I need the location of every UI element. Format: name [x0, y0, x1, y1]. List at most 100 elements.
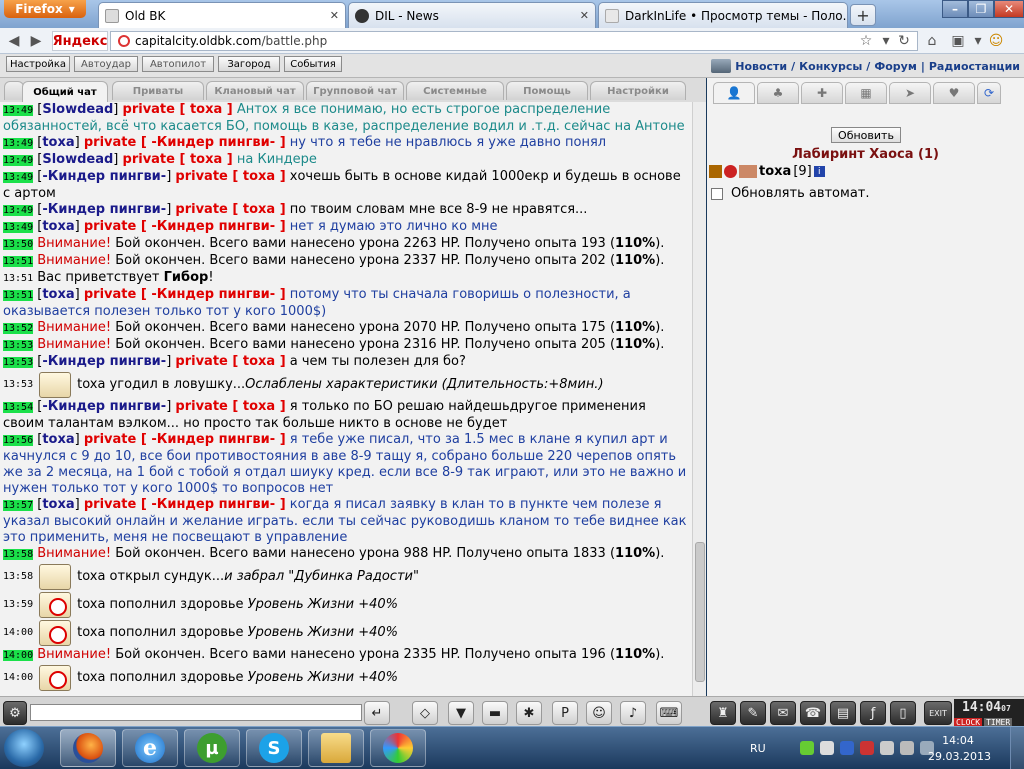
cross-tab-icon[interactable]: ✚ — [801, 82, 843, 104]
home-icon[interactable]: ⌂ — [922, 31, 942, 51]
tab-system[interactable]: Системные — [406, 81, 504, 100]
chat-scrollbar[interactable] — [692, 102, 706, 696]
translit-icon[interactable]: ⌨ — [656, 701, 682, 725]
group-tab-icon[interactable]: ♣ — [757, 82, 799, 104]
private-target[interactable]: -Киндер пингви- — [151, 497, 275, 512]
private-target[interactable]: toxa — [243, 399, 275, 414]
private-target[interactable]: -Киндер пингви- — [151, 135, 275, 150]
private-target[interactable]: toxa — [243, 354, 275, 369]
taskbar-skype[interactable]: S — [246, 729, 302, 767]
player-entry[interactable]: toxa [9] i — [709, 164, 825, 179]
private-target[interactable]: -Киндер пингви- — [151, 287, 275, 302]
taskbar-utorrent[interactable]: µ — [184, 729, 240, 767]
taskbar-firefox[interactable] — [60, 729, 116, 767]
forum-icon[interactable]: ƒ — [860, 701, 886, 725]
private-target[interactable]: -Киндер пингви- — [151, 432, 275, 447]
private-target[interactable]: toxa — [243, 202, 275, 217]
autopilot-button[interactable]: Автопилот — [142, 56, 214, 72]
back-button[interactable]: ◀ — [4, 31, 24, 51]
runner-icon[interactable]: ✱ — [516, 701, 542, 725]
users-tab-icon[interactable]: 👤 — [713, 82, 755, 104]
inventory-icon[interactable]: ♜ — [710, 701, 736, 725]
private-icon[interactable]: P — [552, 701, 578, 725]
sound-icon[interactable]: ♪ — [620, 701, 646, 725]
nick[interactable]: -Киндер пингви- — [42, 399, 166, 414]
firefox-menu-button[interactable]: Firefox ▾ — [4, 0, 86, 18]
tab-help[interactable]: Помощь — [506, 81, 588, 100]
tab-privates[interactable]: Приваты — [112, 81, 204, 100]
private-target[interactable]: toxa — [190, 152, 222, 167]
browser-tab-darkinlife[interactable]: DarkInLife • Просмотр темы - Поло... ✕ — [598, 2, 848, 28]
info-icon[interactable]: i — [813, 166, 825, 177]
filter-icon[interactable]: ▼ — [448, 701, 474, 725]
phone-icon[interactable]: ☎ — [800, 701, 826, 725]
heart-tab-icon[interactable]: ♥ — [933, 82, 975, 104]
tab-group-chat[interactable]: Групповой чат — [306, 81, 404, 100]
chat-input[interactable] — [30, 704, 362, 721]
forward-button[interactable]: ▶ — [26, 31, 46, 51]
new-tab-button[interactable]: + — [850, 4, 876, 26]
bookmarks-icon[interactable]: ▣ — [948, 31, 968, 51]
nick[interactable]: toxa — [42, 287, 74, 302]
taskbar-explorer[interactable] — [308, 729, 364, 767]
addon-smiley-icon[interactable]: ☺ — [986, 31, 1006, 51]
mail-icon[interactable]: ✉ — [770, 701, 796, 725]
nick[interactable]: toxa — [42, 432, 74, 447]
system-clock[interactable]: 14:04 29.03.2013 — [928, 733, 991, 765]
news-link[interactable]: Новости — [735, 60, 787, 73]
eraser-icon[interactable]: ◇ — [412, 701, 438, 725]
autohit-button[interactable]: Автоудар — [74, 56, 138, 72]
nick[interactable]: toxa — [42, 219, 74, 234]
tab-general-chat[interactable]: Общий чат — [22, 81, 108, 102]
nick[interactable]: Slowdead — [42, 102, 113, 117]
bank-icon[interactable]: ▤ — [830, 701, 856, 725]
private-target[interactable]: toxa — [243, 169, 275, 184]
nick[interactable]: -Киндер пингви- — [42, 354, 166, 369]
chat-menu-icon[interactable]: ⚙ — [3, 701, 27, 725]
radio-link[interactable]: Радиостанции — [929, 60, 1020, 73]
taskbar-ie[interactable]: e — [122, 729, 178, 767]
nick[interactable]: Slowdead — [42, 152, 113, 167]
reload-icon[interactable]: ↻ — [894, 31, 914, 51]
settings-button[interactable]: Настройка — [6, 56, 70, 72]
show-desktop-button[interactable] — [1010, 727, 1024, 769]
browser-tab-dil[interactable]: DIL - News ✕ — [348, 2, 596, 28]
exit-icon[interactable]: EXIT — [924, 701, 952, 725]
private-target[interactable]: toxa — [190, 102, 222, 117]
url-bar[interactable]: capitalcity.oldbk.com/battle.php — [110, 31, 918, 51]
close-tab-icon[interactable]: ✕ — [580, 9, 589, 22]
nick[interactable]: -Киндер пингви- — [42, 169, 166, 184]
player-name[interactable]: toxa — [759, 164, 791, 179]
dropdown-icon[interactable]: ▾ — [876, 31, 896, 51]
door-icon[interactable]: ▯ — [890, 701, 916, 725]
minimize-button[interactable]: – — [942, 0, 968, 18]
forum-link[interactable]: Форум — [874, 60, 917, 73]
nick[interactable]: toxa — [42, 497, 74, 512]
taskbar-paint[interactable] — [370, 729, 426, 767]
refresh-button[interactable]: Обновить — [831, 127, 901, 143]
maximize-button[interactable]: ❐ — [968, 0, 994, 18]
tab-clan-chat[interactable]: Клановый чат — [206, 81, 304, 100]
close-window-button[interactable]: ✕ — [994, 0, 1024, 18]
scrollbar-thumb[interactable] — [695, 542, 705, 682]
chat-toggle-icon[interactable] — [4, 81, 24, 100]
yandex-search-button[interactable]: Яндекс — [52, 31, 108, 51]
refresh-tab-icon[interactable]: ⟳ — [977, 82, 1001, 104]
events-button[interactable]: События — [284, 56, 342, 72]
language-indicator[interactable]: RU — [750, 742, 766, 755]
outskirts-button[interactable]: Загород — [218, 56, 280, 72]
tray-flag-icon[interactable] — [859, 741, 874, 755]
tray-app-icon[interactable] — [819, 741, 834, 755]
auto-refresh-checkbox[interactable] — [711, 187, 723, 200]
start-button[interactable] — [4, 729, 44, 767]
tray-app-icon[interactable] — [839, 741, 854, 755]
tab-settings[interactable]: Настройки — [590, 81, 686, 100]
volume-icon[interactable] — [899, 741, 914, 755]
monitor-icon[interactable]: ▬ — [482, 701, 508, 725]
nick[interactable]: toxa — [42, 135, 74, 150]
browser-tab-oldbk[interactable]: Old BK ✕ — [98, 2, 346, 28]
site-identity-icon[interactable] — [118, 35, 130, 47]
bookmark-star-icon[interactable]: ☆ — [856, 31, 876, 51]
network-icon[interactable] — [879, 741, 894, 755]
quest-icon[interactable]: ✎ — [740, 701, 766, 725]
